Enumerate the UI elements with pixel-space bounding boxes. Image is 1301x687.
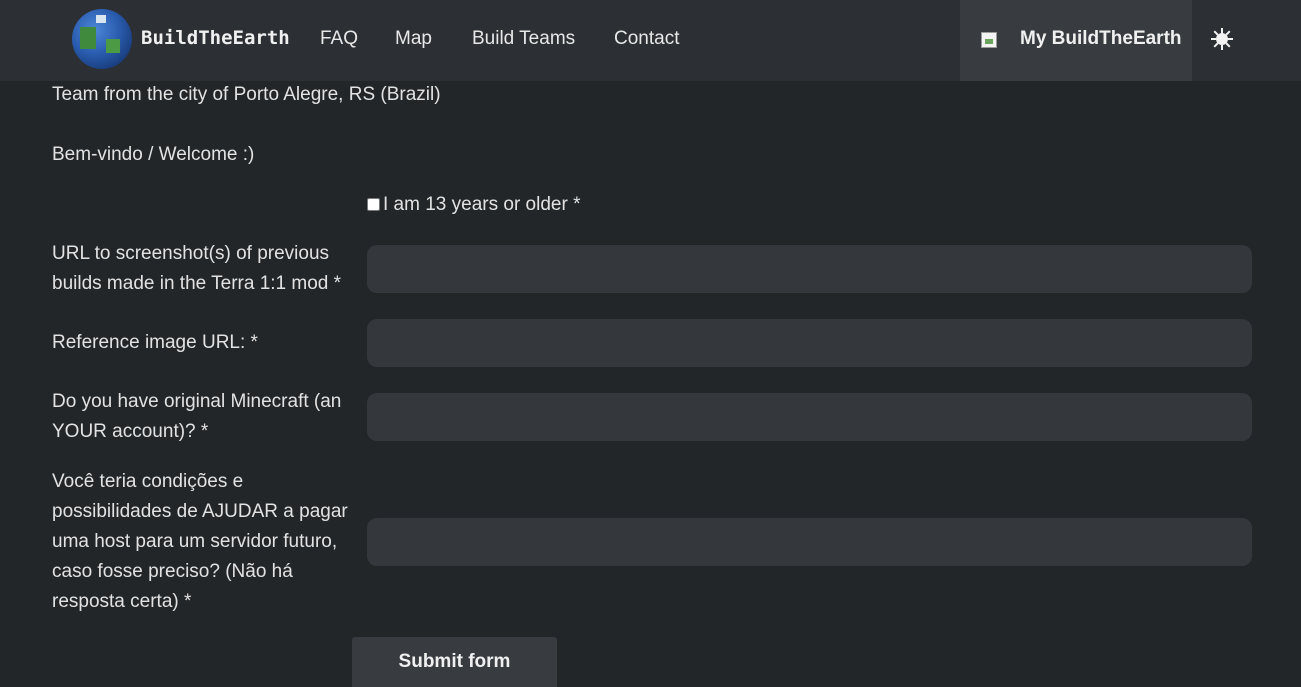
team-description: Team from the city of Porto Alegre, RS (… [52, 84, 441, 105]
nav-link-faq[interactable]: FAQ [320, 28, 358, 50]
reference-image-label: Reference image URL: * [52, 332, 258, 353]
screenshot-url-label: URL to screenshot(s) of previous builds … [52, 243, 342, 294]
nav-link-map[interactable]: Map [395, 28, 432, 50]
sun-icon[interactable] [1209, 25, 1235, 53]
host-support-label: Você teria condições e possibilidades de… [52, 471, 348, 612]
brand-name[interactable]: BuildTheEarth [141, 27, 290, 49]
minecraft-account-label: Do you have original Minecraft (an YOUR … [52, 391, 342, 442]
age-checkbox-label[interactable]: I am 13 years or older * [383, 190, 580, 220]
submit-button[interactable]: Submit form [352, 637, 557, 687]
top-navbar: BuildTheEarth FAQ Map Build Teams Contac… [0, 0, 1301, 81]
screenshot-url-input[interactable] [367, 245, 1252, 293]
nav-link-contact[interactable]: Contact [614, 28, 679, 50]
broken-image-icon [981, 32, 997, 48]
welcome-text: Bem-vindo / Welcome :) [52, 144, 255, 165]
my-buildtheearth-button[interactable]: My BuildTheEarth [960, 0, 1192, 81]
host-support-input[interactable] [367, 518, 1252, 566]
my-buildtheearth-label: My BuildTheEarth [1020, 28, 1182, 49]
reference-image-input[interactable] [367, 319, 1252, 367]
age-checkbox[interactable] [367, 198, 380, 211]
globe-logo-icon[interactable] [72, 9, 132, 69]
nav-link-build-teams[interactable]: Build Teams [472, 28, 575, 50]
minecraft-account-input[interactable] [367, 393, 1252, 441]
